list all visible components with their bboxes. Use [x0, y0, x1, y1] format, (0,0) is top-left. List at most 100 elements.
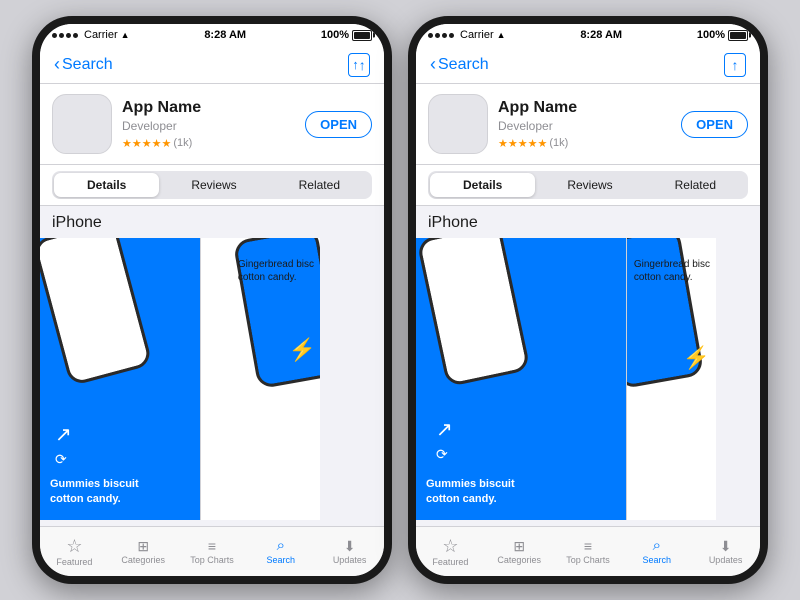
screenshot-1-left: ↗⟳ Gummies biscuitcotton candy.	[40, 238, 200, 520]
app-name-right: App Name	[498, 99, 671, 117]
topcharts-icon-right: ≡	[584, 539, 592, 553]
screenshot-1-right: ↗⟳ Gummies biscuitcotton candy.	[416, 238, 626, 520]
screenshots-left: iPhone ↗⟳ Gummies biscuitcotton candy.	[40, 206, 384, 526]
inner-phone-mockup	[40, 238, 153, 386]
status-bar-right: Carrier ▲ 8:28 AM 100%	[416, 24, 760, 46]
topcharts-label-right: Top Charts	[566, 555, 610, 565]
tab-topcharts-left[interactable]: ≡ Top Charts	[178, 527, 247, 576]
open-button-left[interactable]: OPEN	[305, 111, 372, 138]
categories-icon: ⊞	[137, 539, 149, 553]
search-icon-right: ⌕	[653, 538, 661, 553]
app-developer-right: Developer	[498, 119, 671, 133]
search-label: Search	[267, 555, 296, 565]
topcharts-icon: ≡	[208, 539, 216, 553]
battery-icon	[352, 30, 372, 41]
search-label-right: Search	[643, 555, 672, 565]
phone-left: Carrier ▲ 8:28 AM 100% ‹ Search ↑ App	[32, 16, 392, 584]
updates-icon: ⬇	[344, 539, 356, 553]
updates-label: Updates	[333, 555, 367, 565]
signal-dot	[59, 33, 64, 38]
inner-phone-mockup-right	[416, 238, 530, 387]
featured-label: Featured	[56, 557, 92, 567]
signal-dot	[66, 33, 71, 38]
nav-bar-right: ‹ Search ↑	[416, 46, 760, 84]
categories-icon-right: ⊞	[513, 539, 525, 553]
carrier-label: Carrier	[84, 29, 118, 41]
signal-dot	[428, 33, 433, 38]
time-label-right: 8:28 AM	[580, 29, 622, 41]
chevron-left-icon-right: ‹	[430, 54, 436, 75]
gingerbread-text-left: Gingerbread bisccotton candy.	[238, 258, 314, 284]
topcharts-label: Top Charts	[190, 555, 234, 565]
tab-search-right[interactable]: ⌕ Search	[622, 527, 691, 576]
featured-icon: ☆	[66, 537, 82, 555]
categories-label-right: Categories	[497, 555, 541, 565]
tab-related-right[interactable]: Related	[643, 171, 748, 199]
tab-details-left[interactable]: Details	[54, 173, 159, 197]
wifi-icon-right: ▲	[497, 30, 506, 40]
wifi-icon: ▲	[121, 30, 130, 40]
tab-search-left[interactable]: ⌕ Search	[246, 527, 315, 576]
share-button-right[interactable]: ↑	[724, 53, 746, 77]
gummies-text-left: Gummies biscuitcotton candy.	[50, 477, 139, 506]
screenshot-2-right: ⚡ Gingerbread bisccotton candy.	[626, 238, 716, 520]
tab-categories-left[interactable]: ⊞ Categories	[109, 527, 178, 576]
signal-dot	[442, 33, 447, 38]
stars-right: ★★★★★	[498, 137, 547, 150]
back-label-right: Search	[438, 56, 489, 74]
lightning-icon: ⚡	[289, 337, 316, 363]
tab-details-right[interactable]: Details	[430, 173, 535, 197]
battery-icon-right	[728, 30, 748, 41]
search-icon: ⌕	[277, 538, 285, 553]
tab-categories-right[interactable]: ⊞ Categories	[485, 527, 554, 576]
swirl-decoration-right: ↗⟳	[436, 417, 453, 465]
swirl-decoration: ↗⟳	[55, 422, 72, 470]
carrier-label-right: Carrier	[460, 29, 494, 41]
screenshots-label-right: iPhone	[416, 206, 760, 238]
signal-dot	[449, 33, 454, 38]
stars-left: ★★★★★	[122, 137, 171, 150]
featured-label-right: Featured	[432, 557, 468, 567]
screenshots-scroll-right[interactable]: ↗⟳ Gummies biscuitcotton candy. ⚡ Ginger…	[416, 238, 760, 520]
lightning-icon-right: ⚡	[683, 345, 710, 371]
nav-bar-left: ‹ Search ↑	[40, 46, 384, 84]
time-label: 8:28 AM	[204, 29, 246, 41]
updates-icon-right: ⬇	[720, 539, 732, 553]
tab-updates-right[interactable]: ⬇ Updates	[691, 527, 760, 576]
back-label: Search	[62, 56, 113, 74]
tab-topcharts-right[interactable]: ≡ Top Charts	[554, 527, 623, 576]
tab-related-left[interactable]: Related	[267, 171, 372, 199]
gummies-text-right: Gummies biscuitcotton candy.	[426, 477, 515, 506]
app-icon-right	[428, 94, 488, 154]
screenshots-right: iPhone ↗⟳ Gummies biscuitcotton candy.	[416, 206, 760, 526]
segmented-control-right: Details Reviews Related	[416, 165, 760, 206]
app-header-left: App Name Developer ★★★★★ (1k) OPEN	[40, 84, 384, 165]
tab-bar-left: ☆ Featured ⊞ Categories ≡ Top Charts ⌕ S…	[40, 526, 384, 576]
battery-label: 100%	[321, 29, 349, 41]
tab-bar-right: ☆ Featured ⊞ Categories ≡ Top Charts ⌕ S…	[416, 526, 760, 576]
tab-reviews-left[interactable]: Reviews	[161, 171, 266, 199]
share-button[interactable]: ↑	[348, 53, 370, 77]
phones-container: Carrier ▲ 8:28 AM 100% ‹ Search ↑ App	[16, 0, 784, 600]
back-button[interactable]: ‹ Search	[54, 54, 113, 75]
signal-dot	[435, 33, 440, 38]
app-header-right: App Name Developer ★★★★★ (1k) OPEN	[416, 84, 760, 165]
phone-right: Carrier ▲ 8:28 AM 100% ‹ Search ↑ App	[408, 16, 768, 584]
gingerbread-text-right: Gingerbread bisccotton candy.	[634, 258, 710, 284]
app-name-left: App Name	[122, 99, 295, 117]
tab-reviews-right[interactable]: Reviews	[537, 171, 642, 199]
back-button-right[interactable]: ‹ Search	[430, 54, 489, 75]
featured-icon-right: ☆	[442, 537, 458, 555]
screenshots-scroll-left[interactable]: ↗⟳ Gummies biscuitcotton candy. ⚡ Ginger…	[40, 238, 384, 520]
tab-updates-left[interactable]: ⬇ Updates	[315, 527, 384, 576]
updates-label-right: Updates	[709, 555, 743, 565]
app-rating-right: ★★★★★ (1k)	[498, 137, 671, 150]
screenshot-2-left: ⚡ Gingerbread bisccotton candy.	[200, 238, 320, 520]
chevron-left-icon: ‹	[54, 54, 60, 75]
open-button-right[interactable]: OPEN	[681, 111, 748, 138]
app-icon-left	[52, 94, 112, 154]
app-rating-left: ★★★★★ (1k)	[122, 137, 295, 150]
signal-dot	[52, 33, 57, 38]
tab-featured-left[interactable]: ☆ Featured	[40, 527, 109, 576]
tab-featured-right[interactable]: ☆ Featured	[416, 527, 485, 576]
